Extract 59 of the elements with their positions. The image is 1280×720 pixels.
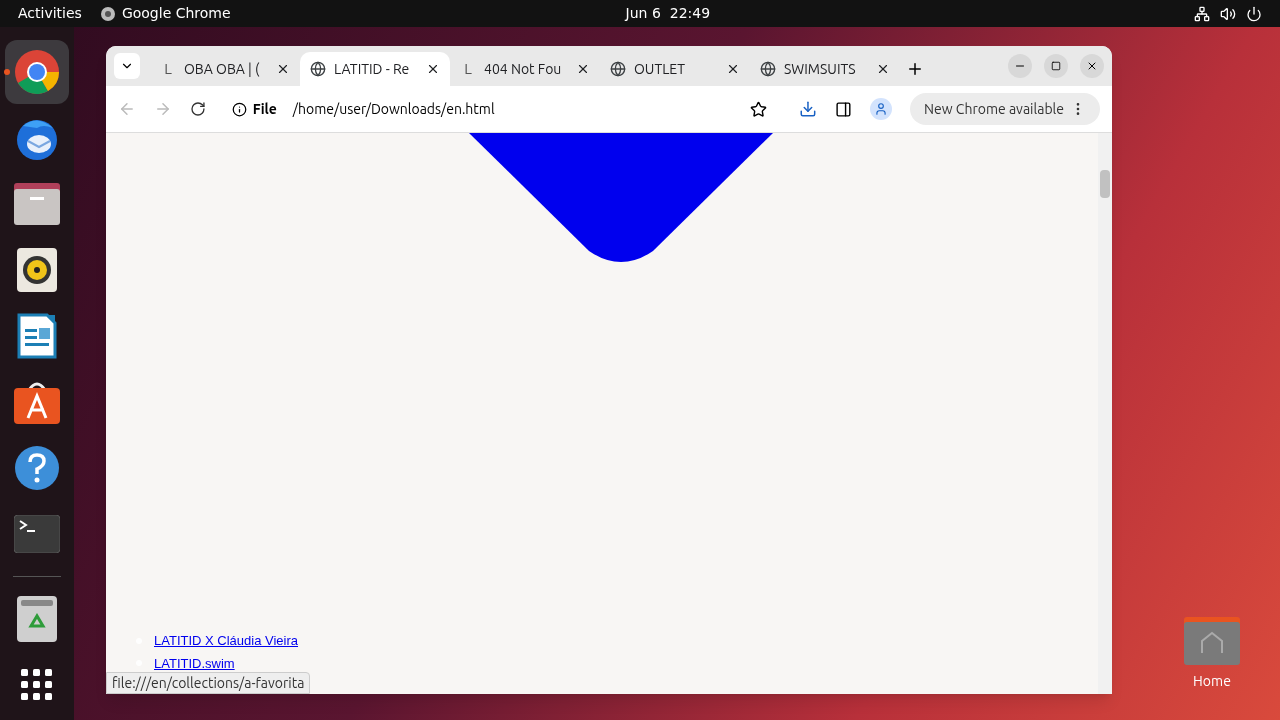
- new-tab-icon[interactable]: [906, 60, 924, 78]
- profile-icon[interactable]: [870, 98, 893, 120]
- close-icon: [1086, 60, 1098, 72]
- page-link[interactable]: LATITID.swim: [154, 653, 235, 673]
- globe-icon: [760, 61, 776, 77]
- tab-search-button[interactable]: [114, 53, 140, 79]
- tab-title: SWIMSUITS: [784, 59, 857, 79]
- terminal-icon[interactable]: [14, 515, 60, 553]
- power-icon[interactable]: [1246, 5, 1262, 22]
- reload-icon[interactable]: [189, 101, 206, 117]
- running-indicator: [4, 69, 10, 75]
- folder-icon[interactable]: [14, 183, 60, 225]
- tab-title: LATITID - Re: [334, 59, 411, 79]
- desktop-icon-label[interactable]: Home: [1193, 671, 1231, 692]
- chrome-icon: [99, 5, 116, 22]
- close-icon[interactable]: [276, 62, 290, 76]
- globe-icon: [610, 61, 626, 77]
- app-grid-icon[interactable]: [21, 669, 53, 701]
- page-link[interactable]: LATITID X Cláudia Vieira: [154, 631, 299, 651]
- speaker-icon[interactable]: [17, 248, 57, 292]
- browser-tab[interactable]: SWIMSUITS: [750, 52, 900, 86]
- star-icon[interactable]: [750, 100, 768, 118]
- update-button[interactable]: New Chrome available: [910, 93, 1100, 125]
- tab-title: 404 Not Fou: [484, 59, 563, 79]
- activities-button[interactable]: Activities: [18, 3, 82, 24]
- close-icon[interactable]: [576, 62, 590, 76]
- network-icon[interactable]: [1194, 5, 1210, 22]
- help-icon[interactable]: [14, 445, 60, 491]
- side-panel-icon[interactable]: [835, 100, 853, 118]
- volume-icon[interactable]: [1220, 5, 1236, 22]
- url-text: /home/user/Downloads/en.html: [292, 99, 495, 119]
- minimize-button[interactable]: [1008, 54, 1032, 78]
- clock[interactable]: Jun 6 22:49: [625, 3, 711, 24]
- dock-item[interactable]: [5, 40, 69, 104]
- browser-tab[interactable]: L OBA OBA | (: [150, 52, 300, 86]
- close-icon[interactable]: [726, 62, 740, 76]
- app-name[interactable]: Google Chrome: [121, 3, 231, 24]
- tab-title: OBA OBA | (: [184, 59, 261, 79]
- scheme-label: File: [252, 99, 277, 119]
- document-icon[interactable]: [17, 313, 57, 359]
- download-icon[interactable]: [799, 100, 818, 118]
- vertical-scrollbar[interactable]: [1098, 133, 1112, 694]
- info-icon: [231, 101, 247, 117]
- browser-tab[interactable]: LATITID - Re: [300, 52, 450, 86]
- chrome-icon[interactable]: [13, 48, 61, 96]
- maximize-button[interactable]: [1044, 54, 1068, 78]
- close-icon[interactable]: [876, 62, 890, 76]
- browser-tab[interactable]: L 404 Not Fou: [450, 52, 600, 86]
- tab-title: OUTLET: [634, 59, 686, 79]
- maximize-icon: [1051, 61, 1061, 71]
- browser-tab[interactable]: OUTLET: [600, 52, 750, 86]
- close-icon[interactable]: [426, 62, 440, 76]
- scrollbar-thumb[interactable]: [1100, 170, 1110, 198]
- globe-icon: [310, 61, 326, 77]
- status-bubble: file:///en/collections/a-favorita: [106, 672, 311, 694]
- favicon-letter: L: [463, 58, 473, 79]
- shopping-bag-icon[interactable]: [14, 380, 60, 424]
- favicon-letter: L: [163, 58, 173, 79]
- close-window-button[interactable]: [1080, 54, 1104, 78]
